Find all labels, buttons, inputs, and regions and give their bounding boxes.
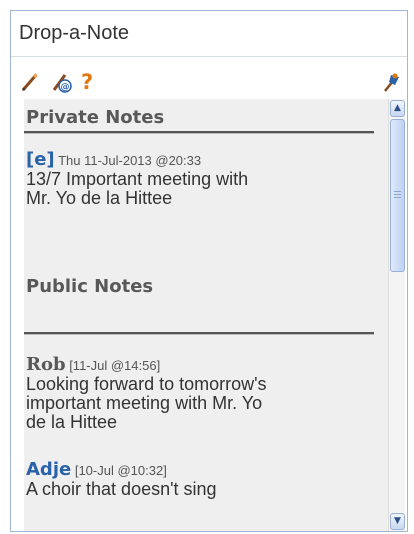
scroll-up-button[interactable]: ▲ — [390, 100, 405, 117]
private-note[interactable]: [e] Thu 11-Jul-2013 @20:33 13/7 Importan… — [26, 149, 374, 208]
note-timestamp: [10-Jul @10:32] — [74, 463, 167, 478]
note-author[interactable]: Rob — [26, 354, 66, 375]
note-body-line: A choir that doesn't sing — [26, 479, 217, 499]
note-timestamp: Thu 11-Jul-2013 @20:33 — [58, 153, 202, 168]
note-body-line: Mr. Yo de la Hittee — [26, 188, 173, 208]
scroll-down-button[interactable]: ▼ — [390, 513, 405, 530]
public-notes-heading: Public Notes — [26, 276, 154, 297]
scroll-grip-line — [394, 191, 401, 192]
section-divider — [24, 332, 374, 335]
note-author[interactable]: Adje — [26, 459, 71, 480]
note-author[interactable]: [e] — [26, 149, 55, 170]
svg-text:@: @ — [61, 83, 70, 93]
private-notes-heading: Private Notes — [26, 107, 165, 128]
note-body-line: important meeting with Mr. Yo — [26, 393, 263, 413]
user-at-icon-graphic: @ — [52, 74, 72, 93]
note-body-line: 13/7 Important meeting with — [26, 169, 249, 189]
note-timestamp: [11-Jul @14:56] — [69, 358, 161, 373]
drop-a-note-widget: Drop-a-Note @ ? Private Notes [e] Thu 11… — [10, 10, 408, 532]
help-icon[interactable]: ? — [81, 71, 103, 93]
vertical-scrollbar[interactable]: ▲ ▼ — [388, 99, 405, 531]
pencil-icon[interactable] — [19, 71, 41, 93]
public-note[interactable]: Adje [10-Jul @10:32] A choir that doesn'… — [26, 459, 374, 499]
public-note[interactable]: Rob [11-Jul @14:56] Looking forward to t… — [26, 354, 374, 432]
scroll-thumb[interactable] — [390, 119, 405, 272]
scroll-grip-line — [394, 197, 401, 198]
scroll-grip-line — [394, 194, 401, 195]
pencil-icon-graphic — [21, 73, 38, 91]
pin-icon[interactable] — [381, 71, 403, 93]
toolbar: @ ? — [11, 63, 407, 97]
section-divider — [24, 131, 374, 134]
note-body-line: de la Hittee — [26, 412, 118, 432]
note-body-line: Looking forward to tomorrow's — [26, 374, 267, 394]
note-header: Adje [10-Jul @10:32] — [26, 459, 374, 480]
widget-title: Drop-a-Note — [11, 11, 407, 57]
pin-icon-graphic — [384, 73, 399, 92]
note-header: [e] Thu 11-Jul-2013 @20:33 — [26, 149, 374, 170]
note-header: Rob [11-Jul @14:56] — [26, 354, 374, 375]
notes-panel[interactable]: Private Notes [e] Thu 11-Jul-2013 @20:33… — [24, 99, 405, 531]
user-at-icon[interactable]: @ — [51, 71, 73, 93]
